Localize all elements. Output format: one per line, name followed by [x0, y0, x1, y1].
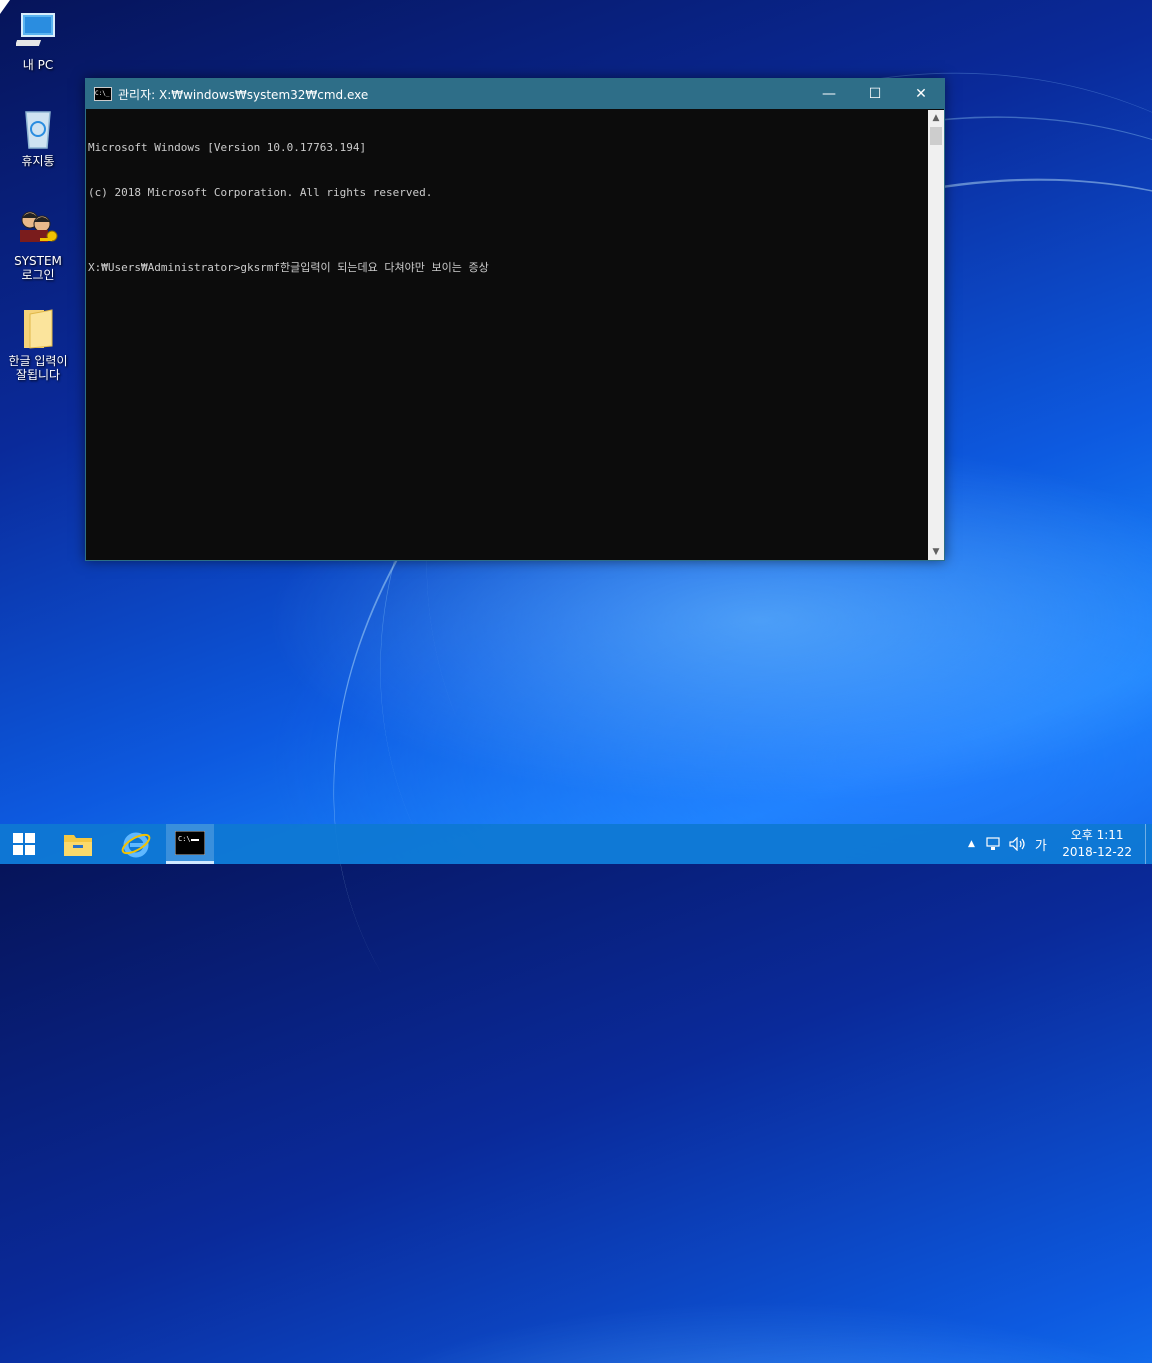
system-tray: ▲ 가	[968, 824, 1047, 864]
scroll-up-icon[interactable]: ▲	[928, 110, 944, 126]
cmd-window[interactable]: C:\_ 관리자: X:₩windows₩system32₩cmd.exe — …	[85, 78, 945, 561]
console-line: (c) 2018 Microsoft Corporation. All righ…	[88, 186, 433, 199]
scroll-down-icon[interactable]: ▼	[928, 544, 944, 560]
taskbar-file-explorer[interactable]	[54, 824, 102, 864]
vertical-scrollbar[interactable]: ▲ ▼	[928, 110, 944, 560]
desktop-icon-system-login[interactable]: SYSTEM 로그인	[4, 206, 72, 282]
show-desktop-button[interactable]	[1145, 824, 1152, 864]
close-button[interactable]: ✕	[898, 79, 944, 109]
start-icon	[13, 833, 35, 855]
console-prompt-line: X:₩Users₩Administrator>gksrmf한글입력이 되는데요 …	[88, 261, 489, 274]
desktop-icon-recycle-bin[interactable]: 휴지통	[4, 106, 72, 168]
maximize-button[interactable]: ☐	[852, 79, 898, 109]
console-line: Microsoft Windows [Version 10.0.17763.19…	[88, 141, 367, 154]
mouse-cursor-icon	[0, 0, 10, 14]
folder-icon	[16, 306, 60, 350]
clock[interactable]: 오후 1:11 2018-12-22	[1062, 827, 1132, 861]
cmd-icon: C:\_	[94, 87, 112, 101]
minimize-button[interactable]: —	[806, 79, 852, 109]
cmd-icon: C:\	[175, 830, 205, 855]
clock-date: 2018-12-22	[1062, 845, 1132, 859]
desktop-icon-folder[interactable]: 한글 입력이 잘됩니다	[4, 306, 72, 382]
window-title: 관리자: X:₩windows₩system32₩cmd.exe	[118, 87, 369, 102]
tray-overflow-chevron-icon[interactable]: ▲	[968, 839, 975, 849]
network-icon[interactable]	[985, 837, 1001, 851]
taskbar-cmd[interactable]: C:\	[166, 824, 214, 864]
title-bar[interactable]: C:\_ 관리자: X:₩windows₩system32₩cmd.exe — …	[86, 79, 944, 109]
recycle-bin-icon	[16, 106, 60, 150]
scroll-thumb[interactable]	[930, 127, 942, 145]
ime-indicator[interactable]: 가	[1035, 835, 1047, 854]
svg-text:C:\: C:\	[178, 835, 191, 843]
clock-time: 오후 1:11	[1070, 828, 1124, 842]
computer-icon	[14, 10, 60, 54]
volume-icon[interactable]	[1009, 837, 1027, 851]
start-button[interactable]	[0, 824, 48, 864]
file-explorer-icon	[64, 835, 92, 856]
taskbar: C:\ ▲ 가 오후 1:11 2018-12-22	[0, 824, 1152, 864]
desktop-icon-my-pc[interactable]: 내 PC	[4, 10, 72, 72]
internet-explorer-icon	[121, 832, 151, 858]
users-key-icon	[16, 206, 60, 250]
console-output[interactable]: Microsoft Windows [Version 10.0.17763.19…	[86, 110, 928, 560]
taskbar-internet-explorer[interactable]	[112, 824, 160, 864]
